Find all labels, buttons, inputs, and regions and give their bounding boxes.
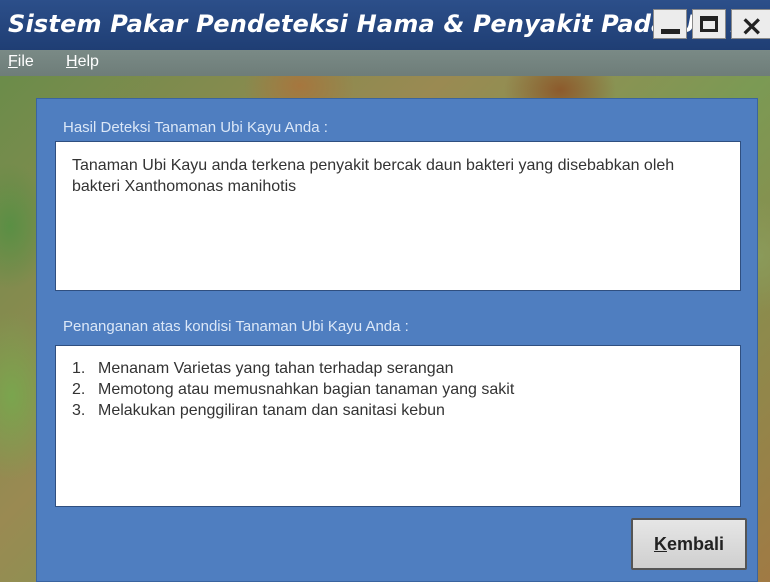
menu-file[interactable]: File xyxy=(8,53,34,71)
list-item: 1. Menanam Varietas yang tahan terhadap s… xyxy=(72,358,724,379)
close-button[interactable]: × xyxy=(731,9,770,42)
list-item-text: Melakukan penggiliran tanam dan sanitasi… xyxy=(98,402,445,419)
list-item: 2. Memotong atau memusnahkan bagian tanam… xyxy=(72,379,724,400)
list-item-number: 1. xyxy=(72,360,86,377)
title-bar[interactable]: Sistem Pakar Pendeteksi Hama & Penyakit … xyxy=(0,0,770,50)
menu-help-mnemonic: H xyxy=(66,53,78,70)
maximize-button[interactable] xyxy=(692,9,726,39)
minimize-button[interactable] xyxy=(653,9,687,39)
back-button-label: embali xyxy=(666,533,725,554)
list-item: 3. Melakukan penggiliran tanam dan sanita… xyxy=(72,400,724,421)
minimize-icon xyxy=(661,29,680,34)
menu-help[interactable]: Help xyxy=(66,53,99,71)
result-textbox[interactable]: Tanaman Ubi Kayu anda terkena penyakit b… xyxy=(55,141,741,291)
treatment-textbox[interactable]: 1. Menanam Varietas yang tahan terhadap s… xyxy=(55,345,741,507)
menu-help-label: elp xyxy=(77,53,99,70)
menu-file-label: ile xyxy=(17,53,34,70)
back-button[interactable]: Kembali xyxy=(631,518,747,570)
menu-bar: File Help xyxy=(0,50,770,76)
result-text: Tanaman Ubi Kayu anda terkena penyakit b… xyxy=(72,157,675,195)
list-item-number: 2. xyxy=(72,381,86,398)
app-window: Sistem Pakar Pendeteksi Hama & Penyakit … xyxy=(0,0,770,582)
result-label: Hasil Deteksi Tanaman Ubi Kayu Anda : xyxy=(63,119,328,136)
list-item-number: 3. xyxy=(72,402,86,419)
menu-file-mnemonic: F xyxy=(8,53,18,70)
list-item-text: Memotong atau memusnahkan bagian tanaman… xyxy=(98,381,515,398)
treatment-label: Penanganan atas kondisi Tanaman Ubi Kayu… xyxy=(63,318,409,335)
treatment-list: 1. Menanam Varietas yang tahan terhadap s… xyxy=(72,358,724,421)
result-panel: Hasil Deteksi Tanaman Ubi Kayu Anda : Ta… xyxy=(36,98,758,582)
maximize-icon xyxy=(700,16,718,32)
close-icon: × xyxy=(740,9,764,42)
list-item-text: Menanam Varietas yang tahan terhadap ser… xyxy=(98,360,454,377)
back-button-mnemonic: K xyxy=(653,533,667,554)
